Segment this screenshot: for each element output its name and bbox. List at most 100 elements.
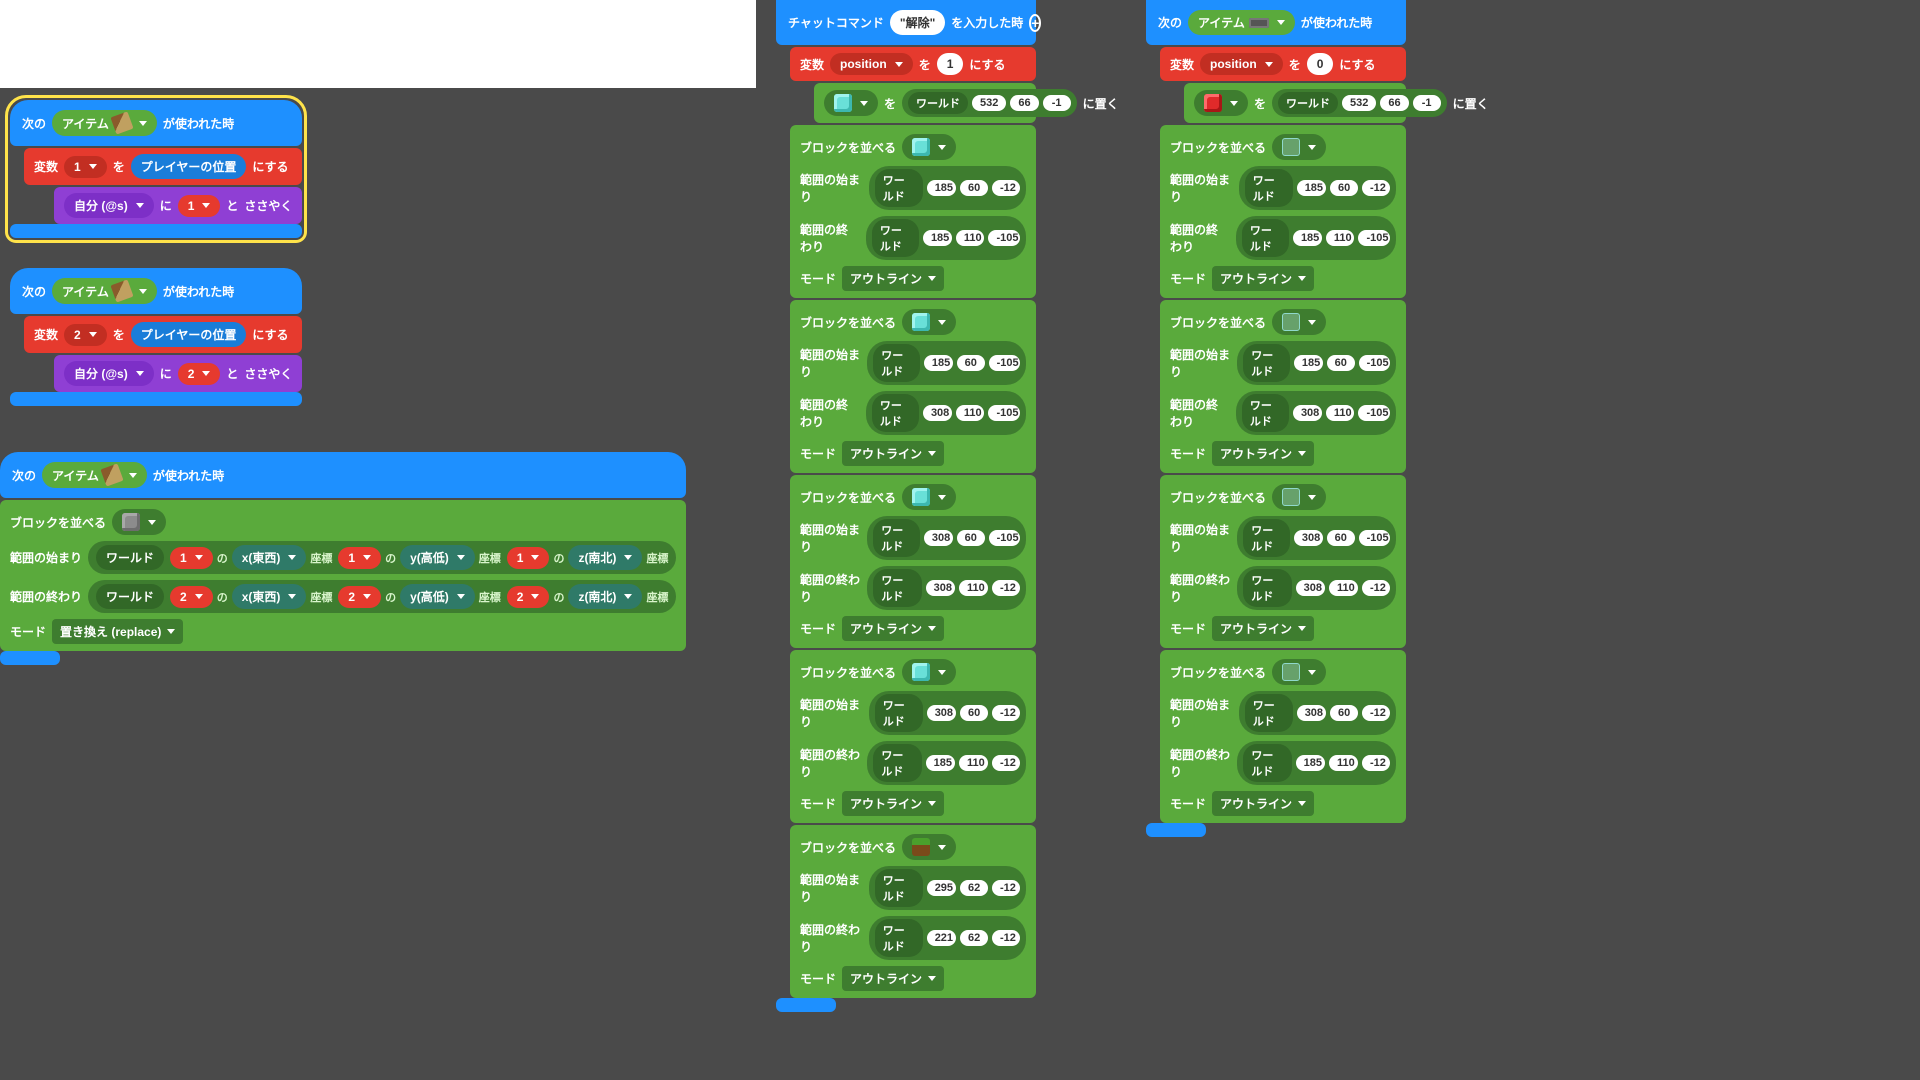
block-type-dropdown[interactable] xyxy=(902,484,956,510)
mode-dropdown[interactable]: アウトライン xyxy=(842,966,944,991)
item-dropdown[interactable]: アイテム xyxy=(52,278,157,304)
coord-input[interactable]: ワールド 532 66 -1 xyxy=(902,89,1077,117)
coord-from[interactable]: ワールド 308 60 -105 xyxy=(867,516,1026,560)
stack-item-used-1[interactable]: 次の アイテム が使われた時 変数 1 を プレイヤーの位置 にする 自分 (@… xyxy=(8,98,304,240)
stack-item-used-fill[interactable]: 次の アイテム が使われた時 ブロックを並べる 範囲の始まり ワールド 1のx(… xyxy=(0,452,686,665)
coord-from[interactable]: ワールド 185 60 -105 xyxy=(867,341,1026,385)
number-input[interactable]: 0 xyxy=(1307,53,1334,75)
fill-block[interactable]: ブロックを並べる 範囲の始まり ワールド 1のx(東西)座標 1のy(高低)座標… xyxy=(0,500,686,651)
mode-dropdown[interactable]: アウトライン xyxy=(1212,266,1314,291)
coord-to[interactable]: ワールド 2のx(東西)座標 2のy(高低)座標 2のz(南北)座標 xyxy=(88,580,676,613)
coord-from[interactable]: ワールド 308 60 -12 xyxy=(1239,691,1396,735)
var-position-dropdown[interactable]: position xyxy=(1200,53,1283,75)
axe-icon xyxy=(100,463,123,486)
coord-from[interactable]: ワールド 295 62 -12 xyxy=(869,866,1026,910)
coord-from[interactable]: ワールド 308 60 -12 xyxy=(869,691,1026,735)
coord-to[interactable]: ワールド 185 110 -105 xyxy=(866,216,1026,260)
coord-to[interactable]: ワールド 185 110 -105 xyxy=(1236,216,1396,260)
stack-end xyxy=(10,392,302,406)
mode-dropdown[interactable]: アウトライン xyxy=(1212,616,1314,641)
stack-item-used-2[interactable]: 次の アイテム が使われた時 変数 2 を プレイヤーの位置 にする 自分 (@… xyxy=(10,268,302,406)
block-type-dropdown[interactable] xyxy=(902,659,956,685)
var-1-ref[interactable]: 1 xyxy=(178,195,221,217)
chat-command-input[interactable]: "解除" xyxy=(890,10,945,35)
var-2-ref[interactable]: 2 xyxy=(178,363,221,385)
block-type-dropdown[interactable] xyxy=(1272,659,1326,685)
set-variable-block[interactable]: 変数 position を 0 にする xyxy=(1160,47,1406,81)
block-type-dropdown[interactable] xyxy=(1272,309,1326,335)
player-position-reporter[interactable]: プレイヤーの位置 xyxy=(131,322,247,347)
set-variable-block[interactable]: 変数 position を 1 にする xyxy=(790,47,1036,81)
mode-dropdown[interactable]: アウトライン xyxy=(1212,441,1314,466)
block-type-dropdown[interactable] xyxy=(902,134,956,160)
block-type-dropdown[interactable] xyxy=(112,509,166,535)
set-variable-block[interactable]: 変数 2 を プレイヤーの位置 にする xyxy=(24,316,302,353)
add-param-icon[interactable]: + xyxy=(1029,14,1041,32)
fill-block[interactable]: ブロックを並べる 範囲の始まり ワールド 185 60 -105 範囲の終わり … xyxy=(1160,300,1406,473)
axe-icon xyxy=(110,279,133,302)
fill-block[interactable]: ブロックを並べる 範囲の始まり ワールド 308 60 -105 範囲の終わり … xyxy=(1160,475,1406,648)
block-type-dropdown[interactable] xyxy=(1272,484,1326,510)
coord-from[interactable]: ワールド 185 60 -105 xyxy=(1237,341,1396,385)
stack-item-used-right[interactable]: 次の アイテム が使われた時 変数 position を 0 にする を ワール… xyxy=(1146,0,1406,837)
coord-from[interactable]: ワールド 1のx(東西)座標 1のy(高低)座標 1のz(南北)座標 xyxy=(88,541,676,574)
block-icon xyxy=(1282,313,1300,331)
hat-on-item-used[interactable]: 次の アイテム が使われた時 xyxy=(0,452,686,498)
place-block[interactable]: を ワールド 532 66 -1 に置く xyxy=(814,83,1036,123)
stack-chat-command[interactable]: チャットコマンド "解除" を入力した時 + 変数 position を 1 に… xyxy=(776,0,1036,1012)
fill-block[interactable]: ブロックを並べる 範囲の始まり ワールド 185 60 -12 範囲の終わり ワ… xyxy=(1160,125,1406,298)
target-self-dropdown[interactable]: 自分 (@s) xyxy=(64,193,154,218)
player-position-reporter[interactable]: プレイヤーの位置 xyxy=(131,154,247,179)
mode-dropdown[interactable]: アウトライン xyxy=(842,441,944,466)
fill-block[interactable]: ブロックを並べる 範囲の始まり ワールド 185 60 -12 範囲の終わり ワ… xyxy=(790,125,1036,298)
fill-block[interactable]: ブロックを並べる 範囲の始まり ワールド 308 60 -12 範囲の終わり ワ… xyxy=(1160,650,1406,823)
coord-to[interactable]: ワールド 308 110 -105 xyxy=(866,391,1026,435)
mode-dropdown[interactable]: アウトライン xyxy=(1212,791,1314,816)
place-block[interactable]: を ワールド 532 66 -1 に置く xyxy=(1184,83,1406,123)
coord-from[interactable]: ワールド 185 60 -12 xyxy=(869,166,1026,210)
fill-block[interactable]: ブロックを並べる 範囲の始まり ワールド 295 62 -12 範囲の終わり ワ… xyxy=(790,825,1036,998)
number-input[interactable]: 1 xyxy=(937,53,964,75)
block-type-dropdown[interactable] xyxy=(1272,134,1326,160)
coord-to[interactable]: ワールド 308 110 -12 xyxy=(867,566,1026,610)
coord-to[interactable]: ワールド 308 110 -105 xyxy=(1236,391,1396,435)
hat-on-item-used[interactable]: 次の アイテム が使われた時 xyxy=(10,268,302,314)
fill-block[interactable]: ブロックを並べる 範囲の始まり ワールド 308 60 -105 範囲の終わり … xyxy=(790,475,1036,648)
fill-block[interactable]: ブロックを並べる 範囲の始まり ワールド 185 60 -105 範囲の終わり … xyxy=(790,300,1036,473)
block-icon xyxy=(1282,138,1300,156)
label-next: 次の xyxy=(22,115,46,132)
var-2-dropdown[interactable]: 2 xyxy=(64,324,107,346)
mode-dropdown[interactable]: アウトライン xyxy=(842,266,944,291)
hat-on-item-used[interactable]: 次の アイテム が使われた時 xyxy=(10,100,302,146)
coord-to[interactable]: ワールド 308 110 -12 xyxy=(1237,566,1396,610)
block-type-dropdown[interactable] xyxy=(824,90,878,116)
block-type-dropdown[interactable] xyxy=(1194,90,1248,116)
coord-from[interactable]: ワールド 308 60 -105 xyxy=(1237,516,1396,560)
coord-to[interactable]: ワールド 185 110 -12 xyxy=(867,741,1026,785)
var-1-dropdown[interactable]: 1 xyxy=(64,156,107,178)
whisper-block[interactable]: 自分 (@s) に 2 と ささやく xyxy=(54,355,302,392)
coord-input[interactable]: ワールド 532 66 -1 xyxy=(1272,89,1447,117)
redstone-icon xyxy=(1204,94,1222,112)
fill-block[interactable]: ブロックを並べる 範囲の始まり ワールド 308 60 -12 範囲の終わり ワ… xyxy=(790,650,1036,823)
target-self-dropdown[interactable]: 自分 (@s) xyxy=(64,361,154,386)
diamond-icon xyxy=(834,94,852,112)
mode-dropdown[interactable]: アウトライン xyxy=(842,616,944,641)
whisper-block[interactable]: 自分 (@s) に 1 と ささやく xyxy=(54,187,302,224)
hat-chat-command[interactable]: チャットコマンド "解除" を入力した時 + xyxy=(776,0,1036,45)
mode-dropdown[interactable]: 置き換え (replace) xyxy=(52,619,183,644)
hat-on-item-used[interactable]: 次の アイテム が使われた時 xyxy=(1146,0,1406,45)
var-position-dropdown[interactable]: position xyxy=(830,53,913,75)
mode-dropdown[interactable]: アウトライン xyxy=(842,791,944,816)
coord-from[interactable]: ワールド 185 60 -12 xyxy=(1239,166,1396,210)
block-type-dropdown[interactable] xyxy=(902,834,956,860)
stack-end xyxy=(1146,823,1206,837)
item-dropdown[interactable]: アイテム xyxy=(52,110,157,136)
coord-to[interactable]: ワールド 221 62 -12 xyxy=(869,916,1026,960)
item-dropdown[interactable]: アイテム xyxy=(1188,10,1295,35)
set-variable-block[interactable]: 変数 1 を プレイヤーの位置 にする xyxy=(24,148,302,185)
block-type-dropdown[interactable] xyxy=(902,309,956,335)
item-dropdown[interactable]: アイテム xyxy=(42,462,147,488)
coord-to[interactable]: ワールド 185 110 -12 xyxy=(1237,741,1396,785)
block-icon xyxy=(912,838,930,856)
